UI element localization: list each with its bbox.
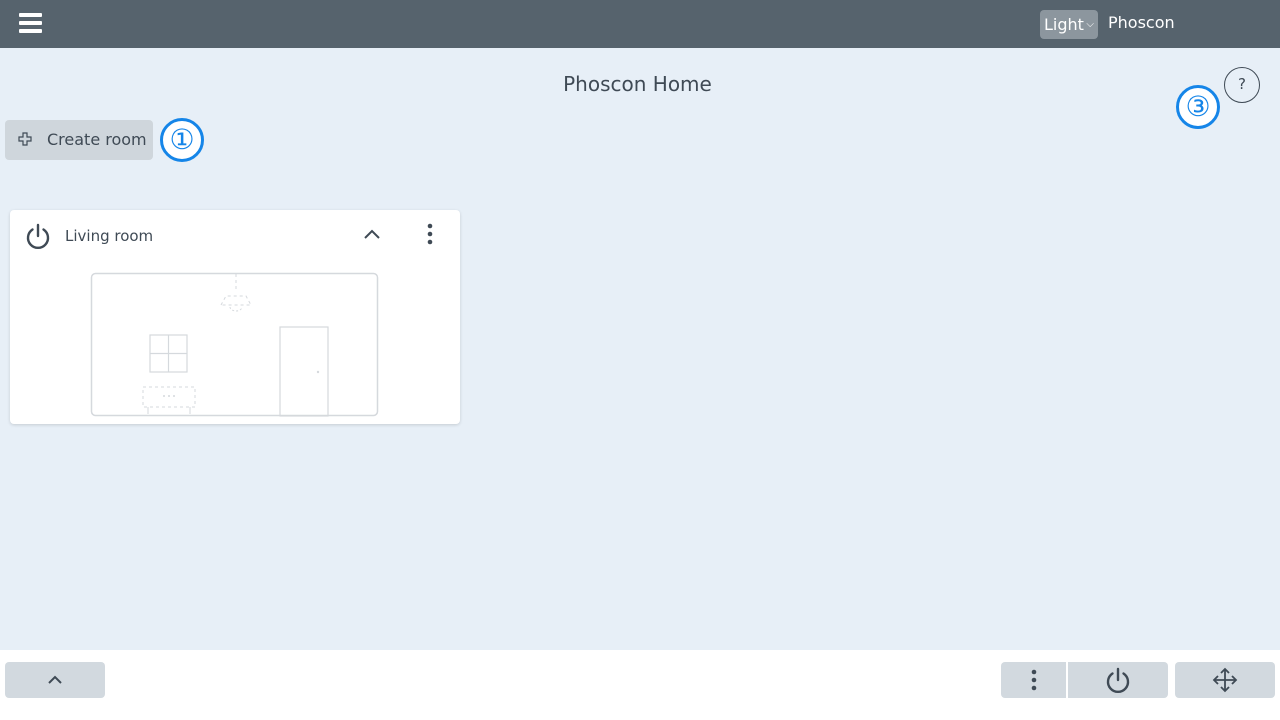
chevron-up-icon[interactable]: [360, 222, 384, 246]
create-room-button[interactable]: Create room: [5, 120, 153, 160]
theme-select-value: Light: [1044, 15, 1084, 34]
more-vertical-icon[interactable]: [422, 220, 438, 248]
power-icon: [1106, 667, 1130, 694]
more-options-button[interactable]: [1001, 662, 1066, 698]
room-name: Living room: [65, 227, 154, 245]
move-icon: [1212, 667, 1238, 693]
room-illustration: [90, 272, 379, 417]
expand-up-button[interactable]: [5, 662, 105, 698]
chevron-up-icon: [48, 675, 62, 684]
chevron-down-icon: ⌵: [1086, 19, 1094, 30]
create-room-label: Create room: [47, 130, 147, 149]
power-all-button[interactable]: [1068, 662, 1168, 698]
page-title: Phoscon Home: [563, 72, 712, 96]
plus-icon: [17, 120, 33, 160]
callout-3: ③: [1176, 85, 1220, 129]
move-button[interactable]: [1175, 662, 1275, 698]
theme-select[interactable]: Light ⌵: [1040, 10, 1098, 39]
callout-1: ①: [160, 118, 204, 162]
more-vertical-icon: [1031, 669, 1036, 691]
power-icon[interactable]: [24, 222, 52, 250]
bottom-bar: [0, 650, 1280, 720]
brand-label: Phoscon: [1108, 13, 1175, 32]
room-card[interactable]: Living room: [10, 210, 460, 424]
help-button[interactable]: ?: [1224, 67, 1260, 103]
top-bar: Light ⌵ Phoscon: [0, 0, 1280, 48]
hamburger-menu-icon[interactable]: [16, 10, 46, 38]
